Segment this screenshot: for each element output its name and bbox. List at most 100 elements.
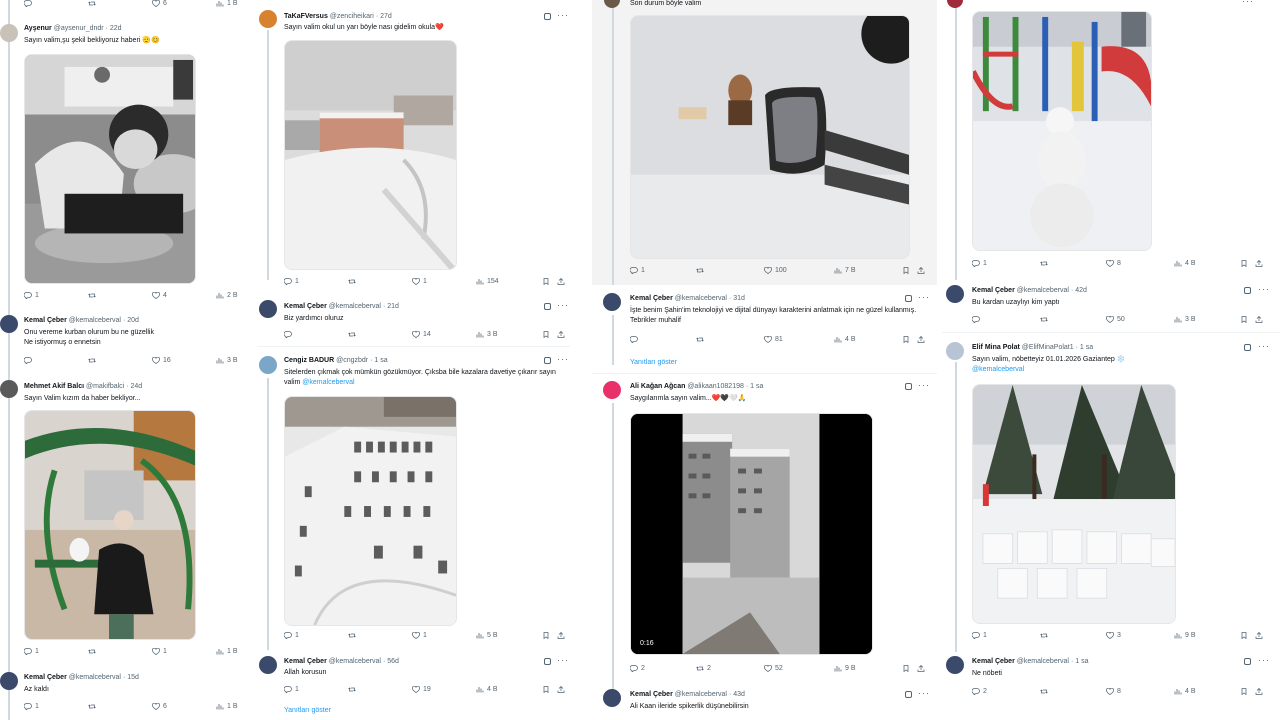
reply-button[interactable]: 1 — [24, 292, 39, 299]
tweet-photo-snowy-parking[interactable] — [284, 396, 457, 626]
author-name[interactable]: Kemal Çeber — [972, 658, 1015, 665]
views-button[interactable]: 9 B — [1174, 632, 1196, 639]
retweet-button[interactable] — [1040, 260, 1048, 267]
like-button[interactable]: 81 — [764, 336, 783, 343]
bookmark-button[interactable] — [902, 267, 910, 274]
bookmark-button[interactable] — [902, 336, 910, 343]
tweet-photo-snowy-school[interactable] — [284, 40, 457, 270]
views-button[interactable]: 3 B — [1174, 316, 1196, 323]
views-button[interactable]: 4 B — [1174, 688, 1196, 695]
reply-button[interactable]: 2 — [630, 665, 645, 672]
retweet-button[interactable] — [88, 648, 96, 655]
like-button[interactable]: 14 — [412, 331, 431, 338]
retweet-button[interactable] — [88, 292, 96, 299]
author-name[interactable]: Elif Mina Polat — [972, 344, 1020, 351]
tweet-time[interactable]: · 15d — [123, 674, 139, 681]
share-button[interactable] — [1255, 260, 1263, 267]
views-button[interactable]: 4 B — [476, 686, 498, 693]
avatar[interactable] — [603, 689, 621, 707]
reply-button[interactable]: 1 — [284, 632, 299, 639]
views-button[interactable]: 1 B — [216, 703, 238, 710]
reply-button[interactable]: 1 — [284, 686, 299, 693]
grok-icon[interactable] — [544, 13, 551, 20]
bookmark-button[interactable] — [1240, 260, 1248, 267]
author-handle[interactable]: @kemalceberval — [329, 303, 381, 310]
tweet-time[interactable]: · 20d — [123, 317, 139, 324]
reply-button[interactable] — [630, 336, 638, 343]
reply-button[interactable] — [24, 0, 35, 7]
retweet-button[interactable] — [1040, 316, 1048, 323]
bookmark-button[interactable] — [542, 331, 550, 338]
more-menu-icon[interactable]: ··· — [918, 688, 930, 698]
like-button[interactable]: 1 — [152, 648, 167, 655]
share-button[interactable] — [557, 686, 565, 693]
share-button[interactable] — [1255, 632, 1263, 639]
like-button[interactable]: 8 — [1106, 260, 1121, 267]
reply-button[interactable]: 1 — [284, 278, 299, 285]
tweet-time[interactable]: · 27d — [376, 13, 392, 20]
author-name[interactable]: Kemal Çeber — [630, 691, 673, 698]
share-button[interactable] — [1255, 316, 1263, 323]
author-name[interactable]: Ali Kağan Ağcan — [630, 383, 685, 390]
retweet-button[interactable] — [696, 267, 704, 274]
avatar[interactable] — [259, 656, 277, 674]
retweet-button[interactable] — [348, 632, 356, 639]
avatar[interactable] — [0, 672, 18, 690]
share-button[interactable] — [557, 632, 565, 639]
more-menu-icon[interactable]: ··· — [1258, 284, 1270, 294]
author-name[interactable]: Ayşenur — [24, 25, 52, 32]
avatar[interactable] — [946, 285, 964, 303]
like-button[interactable]: 3 — [1106, 632, 1121, 639]
like-button[interactable]: 6 — [152, 0, 167, 7]
grok-icon[interactable] — [1244, 658, 1251, 665]
tweet-time[interactable]: · 31d — [729, 295, 745, 302]
tweet-time[interactable]: · 1 sa — [746, 383, 764, 390]
retweet-button[interactable] — [1040, 688, 1048, 695]
author-handle[interactable]: @zenciheikari — [330, 13, 374, 20]
avatar[interactable] — [946, 342, 964, 360]
views-button[interactable]: 5 B — [476, 632, 498, 639]
tweet-time[interactable]: · 1 sa — [1071, 658, 1089, 665]
bookmark-button[interactable] — [542, 686, 550, 693]
reply-button[interactable] — [284, 331, 292, 338]
author-handle[interactable]: @aysenur_dndr — [54, 25, 104, 32]
views-button[interactable]: 3 B — [216, 357, 238, 364]
like-button[interactable]: 19 — [412, 686, 431, 693]
grok-icon[interactable] — [544, 357, 551, 364]
bookmark-button[interactable] — [542, 632, 550, 639]
like-button[interactable]: 6 — [152, 703, 167, 710]
author-handle[interactable]: @ElifMinaPolat1 — [1022, 344, 1074, 351]
grok-icon[interactable] — [905, 383, 912, 390]
views-button[interactable]: 1 B — [216, 0, 238, 7]
retweet-button[interactable] — [348, 278, 356, 285]
like-button[interactable]: 8 — [1106, 688, 1121, 695]
reply-button[interactable] — [24, 357, 32, 364]
like-button[interactable]: 4 — [152, 292, 167, 299]
views-button[interactable]: 4 B — [1174, 260, 1196, 267]
reply-button[interactable]: 1 — [972, 632, 987, 639]
author-name[interactable]: Kemal Çeber — [630, 295, 673, 302]
grok-icon[interactable] — [905, 691, 912, 698]
like-button[interactable]: 1 — [412, 278, 427, 285]
avatar[interactable] — [259, 300, 277, 318]
grok-icon[interactable] — [1244, 287, 1251, 294]
author-name[interactable]: Kemal Çeber — [24, 674, 67, 681]
avatar[interactable] — [0, 24, 18, 42]
avatar[interactable] — [946, 656, 964, 674]
bookmark-button[interactable] — [1240, 688, 1248, 695]
retweet-button[interactable] — [88, 357, 96, 364]
retweet-button[interactable] — [348, 686, 356, 693]
avatar[interactable] — [259, 10, 277, 28]
avatar[interactable] — [604, 0, 620, 8]
retweet-button[interactable]: 2 — [696, 665, 711, 672]
bookmark-button[interactable] — [902, 665, 910, 672]
author-handle[interactable]: @cngzbdr — [336, 357, 368, 364]
grok-icon[interactable] — [1244, 344, 1251, 351]
tweet-video-snowy-apartments[interactable]: 0:16 — [630, 413, 873, 655]
mention-link[interactable]: @kemalceberval — [972, 366, 1024, 373]
avatar[interactable] — [603, 293, 621, 311]
share-button[interactable] — [917, 267, 925, 274]
share-button[interactable] — [1255, 688, 1263, 695]
reply-button[interactable]: 1 — [24, 648, 39, 655]
author-name[interactable]: Kemal Çeber — [284, 658, 327, 665]
